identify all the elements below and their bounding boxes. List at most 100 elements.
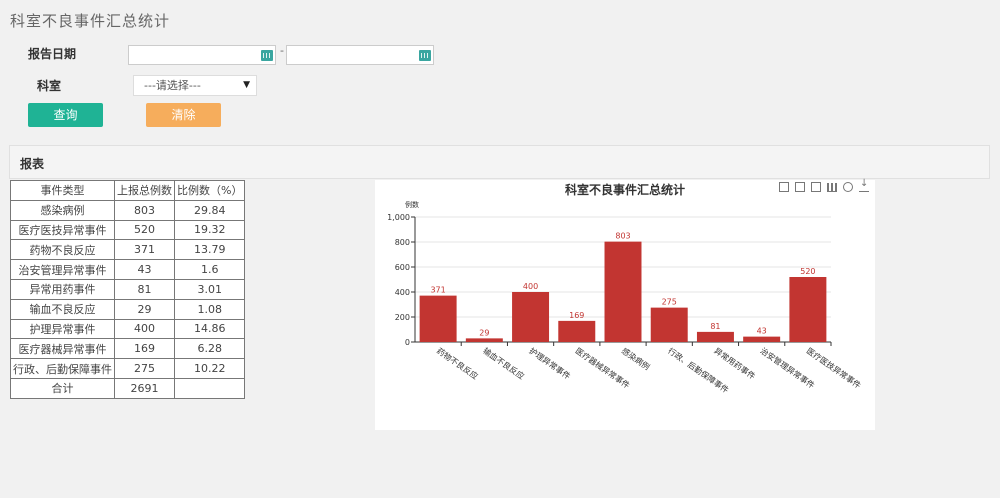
table-row: 感染病例 803 29.84 (10, 199, 246, 221)
table-total-row: 合计 2691 (10, 377, 246, 399)
bar (743, 336, 781, 342)
chart-title: 科室不良事件汇总统计 (565, 182, 685, 197)
bar (419, 295, 457, 342)
bar-value-label: 371 (430, 286, 445, 295)
table-cell: 400 (114, 318, 175, 340)
table-cell: 6.28 (173, 338, 246, 360)
table-cell: 43 (114, 259, 175, 280)
table-cell: 药物不良反应 (10, 239, 115, 261)
y-axis-label: 例数 (405, 200, 419, 209)
table-cell: 520 (114, 219, 175, 241)
table-cell: 371 (114, 239, 175, 261)
table-row: 护理异常事件 400 14.86 (10, 318, 246, 340)
table-cell: 合计 (10, 377, 115, 399)
table-cell: 19.32 (173, 219, 246, 241)
table-cell: 输血不良反应 (10, 298, 115, 320)
report-title: 报表 (20, 157, 45, 171)
table-header-row: 事件类型 上报总例数 比例数（%） (10, 180, 246, 201)
stats-table: 事件类型 上报总例数 比例数（%） 感染病例 803 29.84 医疗医技异常事件 5… (10, 180, 246, 399)
bar-value-label: 29 (479, 328, 489, 337)
table-header: 事件类型 (10, 180, 115, 201)
table-row: 医疗器械异常事件 169 6.28 (10, 338, 246, 360)
x-tick-label: 护理异常事件 (527, 345, 572, 381)
x-tick-label: 感染病例 (620, 345, 652, 372)
bar (604, 241, 642, 342)
bar (465, 338, 503, 342)
page-title: 科室不良事件汇总统计 (10, 12, 171, 30)
table-cell: 治安管理异常事件 (10, 259, 115, 280)
y-tick-label: 600 (395, 263, 410, 272)
table-cell: 感染病例 (10, 199, 115, 221)
chart-panel: 科室不良事件汇总统计例数 0 200 400 600 800 1,000 371 药物不良反应 2… (375, 178, 875, 430)
table-cell: 169 (114, 338, 175, 360)
refresh-icon[interactable] (843, 182, 853, 192)
table-cell: 护理异常事件 (10, 318, 115, 340)
table-cell: 行政、后勤保障事件 (10, 358, 115, 379)
date-separator: - (280, 44, 284, 57)
bar-value-label: 81 (710, 322, 720, 331)
table-cell: 医疗器械异常事件 (10, 338, 115, 360)
calendar-icon[interactable] (261, 50, 273, 61)
bar-value-label: 275 (662, 298, 677, 307)
dropdown-caret-icon: ▼ (243, 80, 250, 90)
table-cell: 10.22 (173, 358, 246, 379)
bar-value-label: 169 (569, 311, 584, 320)
department-label: 科室 (37, 79, 62, 93)
bar (512, 292, 550, 342)
bar-chart-icon[interactable] (827, 182, 837, 192)
clear-button[interactable]: 清除 (146, 103, 221, 127)
chart-toolbar (779, 178, 869, 192)
report-section-header: 报表 (9, 145, 990, 179)
x-tick-label: 异常用药事件 (712, 345, 757, 381)
table-row: 药物不良反应 371 13.79 (10, 239, 246, 261)
table-row: 治安管理异常事件 43 1.6 (10, 259, 246, 280)
report-date-label: 报告日期 (28, 47, 77, 61)
y-tick-label: 400 (395, 288, 410, 297)
y-tick-label: 200 (395, 313, 410, 322)
table-cell: 3.01 (173, 278, 246, 300)
department-select[interactable]: ---请选择--- ▼ (133, 75, 257, 96)
table-cell: 2691 (114, 377, 175, 399)
table-cell: 13.79 (173, 239, 246, 261)
table-row: 输血不良反应 29 1.08 (10, 298, 246, 320)
bar-value-label: 520 (800, 267, 815, 276)
x-tick-label: 输血不良反应 (481, 345, 526, 381)
bar (650, 307, 688, 342)
bar-chart: 科室不良事件汇总统计例数 0 200 400 600 800 1,000 371 药物不良反应 2… (387, 182, 863, 395)
table-cell: 1.08 (173, 298, 246, 320)
table-cell: 803 (114, 199, 175, 221)
table-cell: 医疗医技异常事件 (10, 219, 115, 241)
calendar-icon[interactable] (419, 50, 431, 61)
table-row: 医疗医技异常事件 520 19.32 (10, 219, 246, 241)
table-cell: 29 (114, 298, 175, 320)
y-tick-label: 0 (405, 338, 410, 347)
bar-value-label: 803 (615, 232, 630, 241)
x-tick-label: 药物不良反应 (435, 345, 480, 381)
date-from-input[interactable] (128, 45, 276, 65)
bar-value-label: 43 (757, 327, 767, 336)
table-cell: 81 (114, 278, 175, 300)
table-header: 比例数（%） (173, 180, 246, 201)
table-cell: 275 (114, 358, 175, 379)
bar-value-label: 400 (523, 282, 538, 291)
query-button[interactable]: 查询 (28, 103, 103, 127)
table-cell: 1.6 (173, 259, 246, 280)
table-cell: 异常用药事件 (10, 278, 115, 300)
bar (789, 277, 827, 342)
date-to-input[interactable] (286, 45, 434, 65)
table-row: 行政、后勤保障事件 275 10.22 (10, 358, 246, 379)
zoom-reset-icon[interactable] (795, 182, 805, 192)
download-icon[interactable] (859, 178, 869, 192)
table-header: 上报总例数 (114, 180, 175, 201)
table-cell (173, 377, 246, 399)
bar (558, 320, 596, 342)
y-tick-label: 1,000 (387, 213, 410, 222)
y-tick-label: 800 (395, 238, 410, 247)
department-select-value: ---请选择--- (144, 79, 201, 92)
table-cell: 29.84 (173, 199, 246, 221)
zoom-icon[interactable] (779, 182, 789, 192)
table-row: 异常用药事件 81 3.01 (10, 278, 246, 300)
bar (696, 331, 734, 342)
table-cell: 14.86 (173, 318, 246, 340)
line-chart-icon[interactable] (811, 182, 821, 192)
